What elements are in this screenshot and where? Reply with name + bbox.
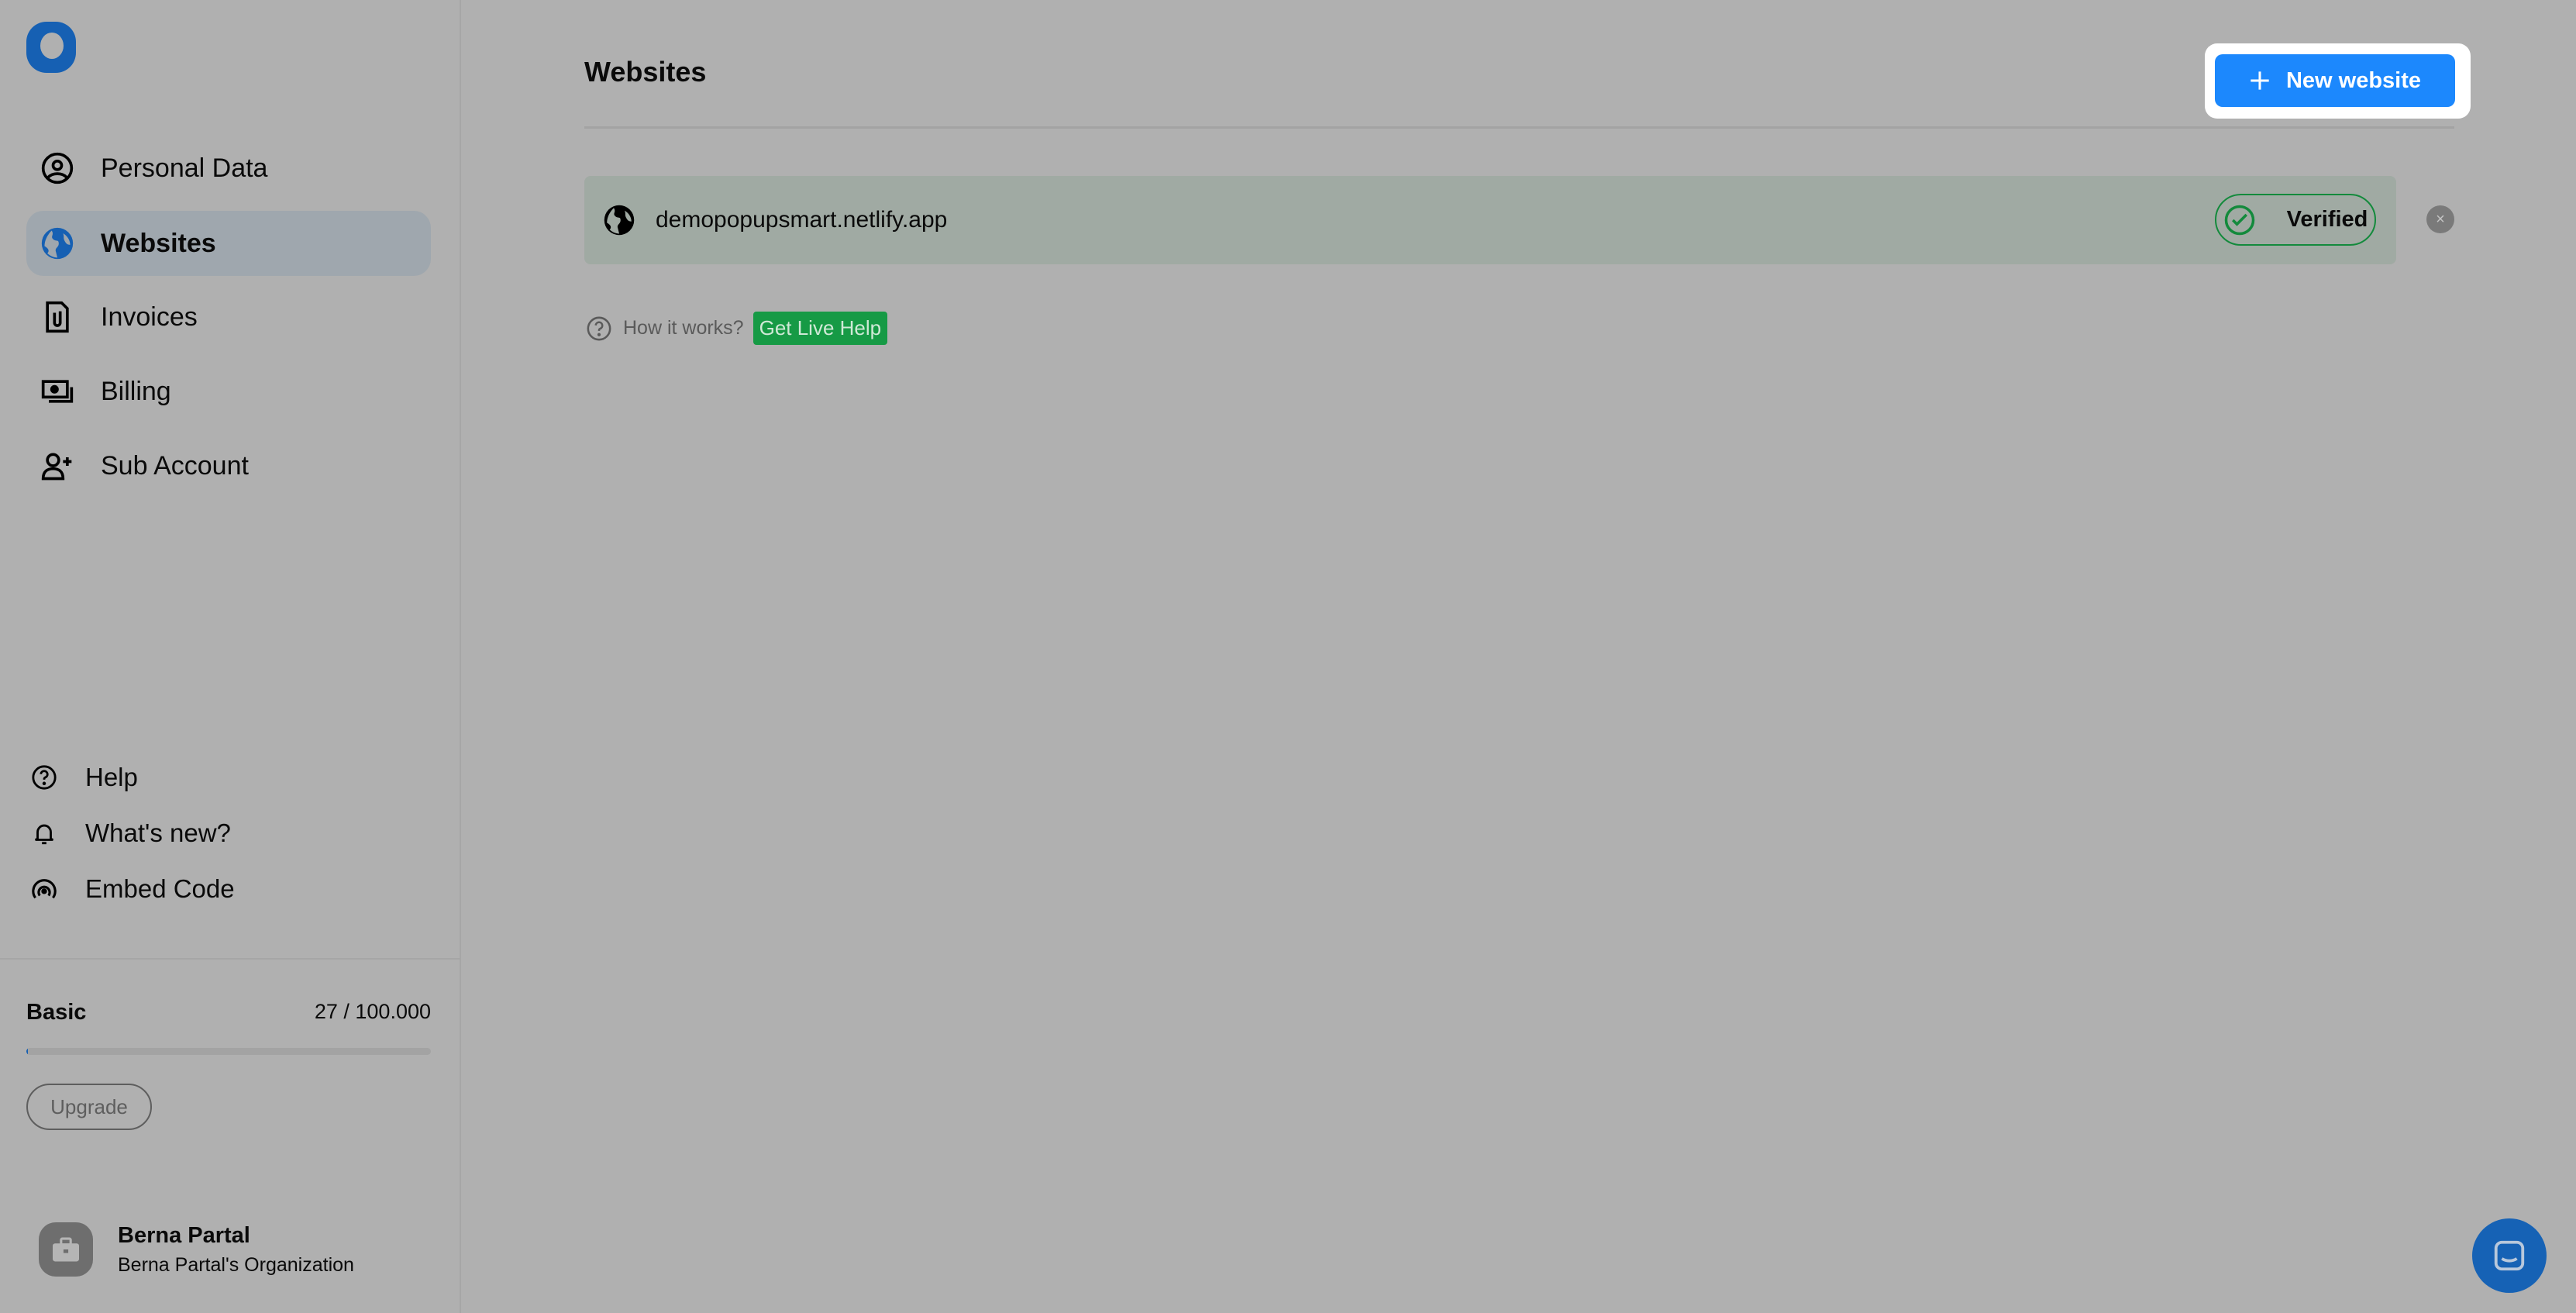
- sidebar-item-label: Embed Code: [85, 874, 235, 903]
- sidebar-item-websites[interactable]: Websites: [26, 211, 431, 276]
- plus-icon: [2251, 71, 2269, 90]
- sidebar-item-personal-data[interactable]: Personal Data: [26, 136, 431, 201]
- chat-launcher-button[interactable]: [2472, 1218, 2547, 1293]
- sidebar-item-billing[interactable]: Billing: [26, 359, 431, 424]
- bell-icon: [35, 824, 53, 845]
- plan-usage: 27 / 100.000: [314, 1000, 431, 1023]
- sidebar-item-label: Billing: [101, 376, 171, 406]
- page-title: Websites: [584, 56, 707, 88]
- logo[interactable]: [26, 22, 76, 73]
- question-circle-icon: [587, 316, 611, 340]
- close-icon: ×: [2436, 210, 2445, 228]
- money-icon: [41, 380, 74, 403]
- sidebar-item-whats-new[interactable]: What's new?: [31, 818, 231, 848]
- sidebar-item-label: Invoices: [101, 302, 198, 332]
- check-circle-icon: [2224, 205, 2254, 235]
- website-row[interactable]: demopopupsmart.netlify.app Verified: [584, 176, 2396, 264]
- user-add-icon: [41, 453, 72, 481]
- remove-website-button[interactable]: ×: [2426, 205, 2454, 233]
- user-name: Berna Partal: [118, 1223, 250, 1248]
- user-circle-icon: [41, 152, 74, 184]
- status-label: Verified: [2286, 207, 2368, 232]
- help-line: How it works? Get Live Help: [586, 312, 888, 345]
- broadcast-icon: [32, 879, 57, 899]
- document-clip-icon: [46, 301, 69, 333]
- website-domain: demopopupsmart.netlify.app: [656, 207, 948, 233]
- chat-icon: [2494, 1240, 2525, 1271]
- divider: [584, 126, 2454, 129]
- how-it-works-link[interactable]: How it works?: [623, 317, 744, 339]
- divider: [0, 958, 461, 960]
- sidebar-item-help[interactable]: Help: [31, 763, 138, 792]
- sidebar-item-label: Websites: [101, 228, 216, 258]
- sidebar: Personal Data Websites Invoices Billing …: [0, 0, 461, 1313]
- sidebar-item-embed-code[interactable]: Embed Code: [31, 874, 235, 904]
- sidebar-item-label: What's new?: [85, 818, 231, 847]
- usage-progress-bar: [26, 1048, 431, 1055]
- get-live-help-button[interactable]: Get Live Help: [752, 312, 888, 345]
- plan-info: Basic 27 / 100.000: [26, 1000, 431, 1025]
- sidebar-item-label: Sub Account: [101, 450, 249, 481]
- sidebar-item-label: Personal Data: [101, 153, 268, 183]
- verified-badge: Verified: [2215, 194, 2376, 246]
- question-circle-icon: [32, 765, 57, 790]
- globe-icon: [604, 205, 635, 236]
- avatar[interactable]: [39, 1222, 93, 1277]
- globe-icon: [41, 227, 74, 260]
- new-website-button[interactable]: New website: [2215, 54, 2455, 107]
- upgrade-button[interactable]: Upgrade: [26, 1084, 152, 1130]
- usage-progress-fill: [26, 1048, 28, 1055]
- sidebar-item-sub-account[interactable]: Sub Account: [26, 433, 431, 498]
- new-website-label: New website: [2285, 67, 2422, 93]
- sidebar-item-invoices[interactable]: Invoices: [26, 284, 431, 350]
- user-organization: Berna Partal's Organization: [118, 1254, 354, 1276]
- plan-name: Basic: [26, 1000, 87, 1025]
- sidebar-item-label: Help: [85, 763, 138, 791]
- briefcase-icon: [53, 1237, 79, 1262]
